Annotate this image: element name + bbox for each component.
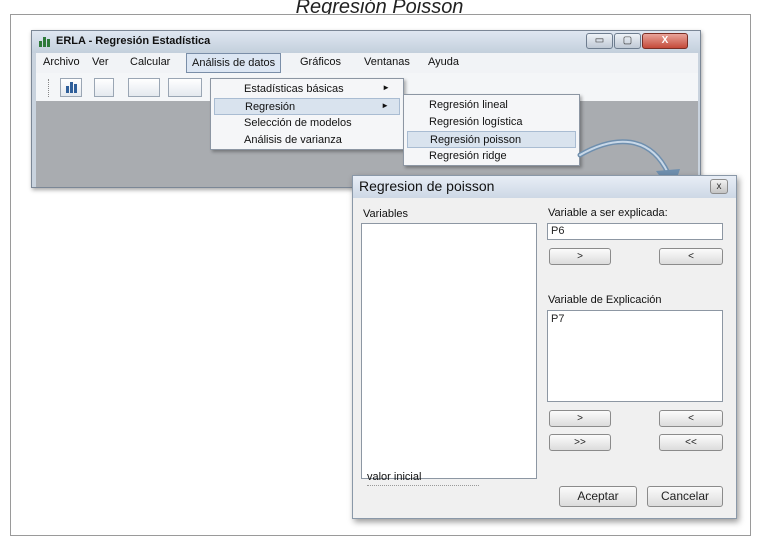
toolbar-grip [48,79,50,97]
regresion-submenu: Regresión lineal Regresión logística Reg… [403,94,580,166]
remove-explained-button[interactable]: < [659,248,723,265]
cancel-button[interactable]: Cancelar [647,486,723,507]
menu-ventanas[interactable]: Ventanas [364,56,410,68]
menu-item-seleccion-de-modelos[interactable]: Selección de modelos [214,115,400,132]
window-icon[interactable] [128,78,160,97]
page-caption: Regresión Poisson [295,0,464,14]
add-all-button[interactable]: >> [549,434,611,451]
add-one-button[interactable]: > [549,410,611,427]
document-icon[interactable] [94,78,114,97]
remove-all-button[interactable]: << [659,434,723,451]
app-icon [39,37,51,47]
explanatory-variable-listbox[interactable]: P7 [547,310,723,402]
remove-one-button[interactable]: < [659,410,723,427]
menu-item-regresion-poisson[interactable]: Regresión poisson [407,131,576,148]
menu-item-regresion-logistica[interactable]: Regresión logística [407,114,576,131]
menu-item-label: Análisis de varianza [244,134,342,146]
analisis-dropdown: Estadísticas básicas ► Regresión ► Selec… [210,78,404,150]
minimize-button[interactable]: ▭ [586,33,613,49]
menu-item-analisis-de-varianza[interactable]: Análisis de varianza [214,132,400,149]
menu-ver[interactable]: Ver [92,56,109,68]
initial-value-label: valor inicial [367,471,422,483]
menu-item-estadisticas-basicas[interactable]: Estadísticas básicas ► [214,81,400,98]
dialog-close-button[interactable]: x [710,179,728,194]
menu-graficos[interactable]: Gráficos [300,56,341,68]
menu-item-regresion[interactable]: Regresión ► [214,98,400,115]
menu-ayuda[interactable]: Ayuda [428,56,459,68]
variables-listbox[interactable] [361,223,537,479]
menubar: Archivo Ver Calcular Análisis de datos G… [36,53,698,73]
close-button[interactable]: X [642,33,688,49]
list-item[interactable]: P7 [551,313,719,325]
poisson-dialog: Regresion de poisson x Variables Variabl… [352,175,737,519]
main-window-titlebar[interactable]: ERLA - Regresión Estadística ▭ ▢ X [32,31,700,53]
menu-item-regresion-lineal[interactable]: Regresión lineal [407,97,576,114]
initial-value-field[interactable] [367,485,479,486]
submenu-arrow-icon: ► [382,83,390,92]
menu-analisis-de-datos[interactable]: Análisis de datos [186,53,282,73]
maximize-button[interactable]: ▢ [614,33,641,49]
app-title: ERLA - Regresión Estadística [56,35,211,47]
explained-variable-label: Variable a ser explicada: [548,207,668,219]
add-explained-button[interactable]: > [549,248,611,265]
chart-icon[interactable] [60,78,82,97]
menu-archivo[interactable]: Archivo [43,56,80,68]
menu-item-label: Selección de modelos [244,117,352,129]
explained-variable-field[interactable]: P6 [547,223,723,240]
accept-button[interactable]: Aceptar [559,486,637,507]
variables-label: Variables [363,208,409,220]
menu-item-label: Estadísticas básicas [244,83,344,95]
menu-item-label: Regresión [245,101,296,113]
menu-item-regresion-ridge[interactable]: Regresión ridge [407,148,576,165]
dialog-title: Regresion de poisson [359,178,495,194]
menu-calcular[interactable]: Calcular [130,56,170,68]
window-icon[interactable] [168,78,202,97]
explanatory-variable-label: Variable de Explicación [548,294,662,306]
submenu-arrow-icon: ► [381,101,389,110]
dialog-titlebar[interactable]: Regresion de poisson x [353,176,736,198]
